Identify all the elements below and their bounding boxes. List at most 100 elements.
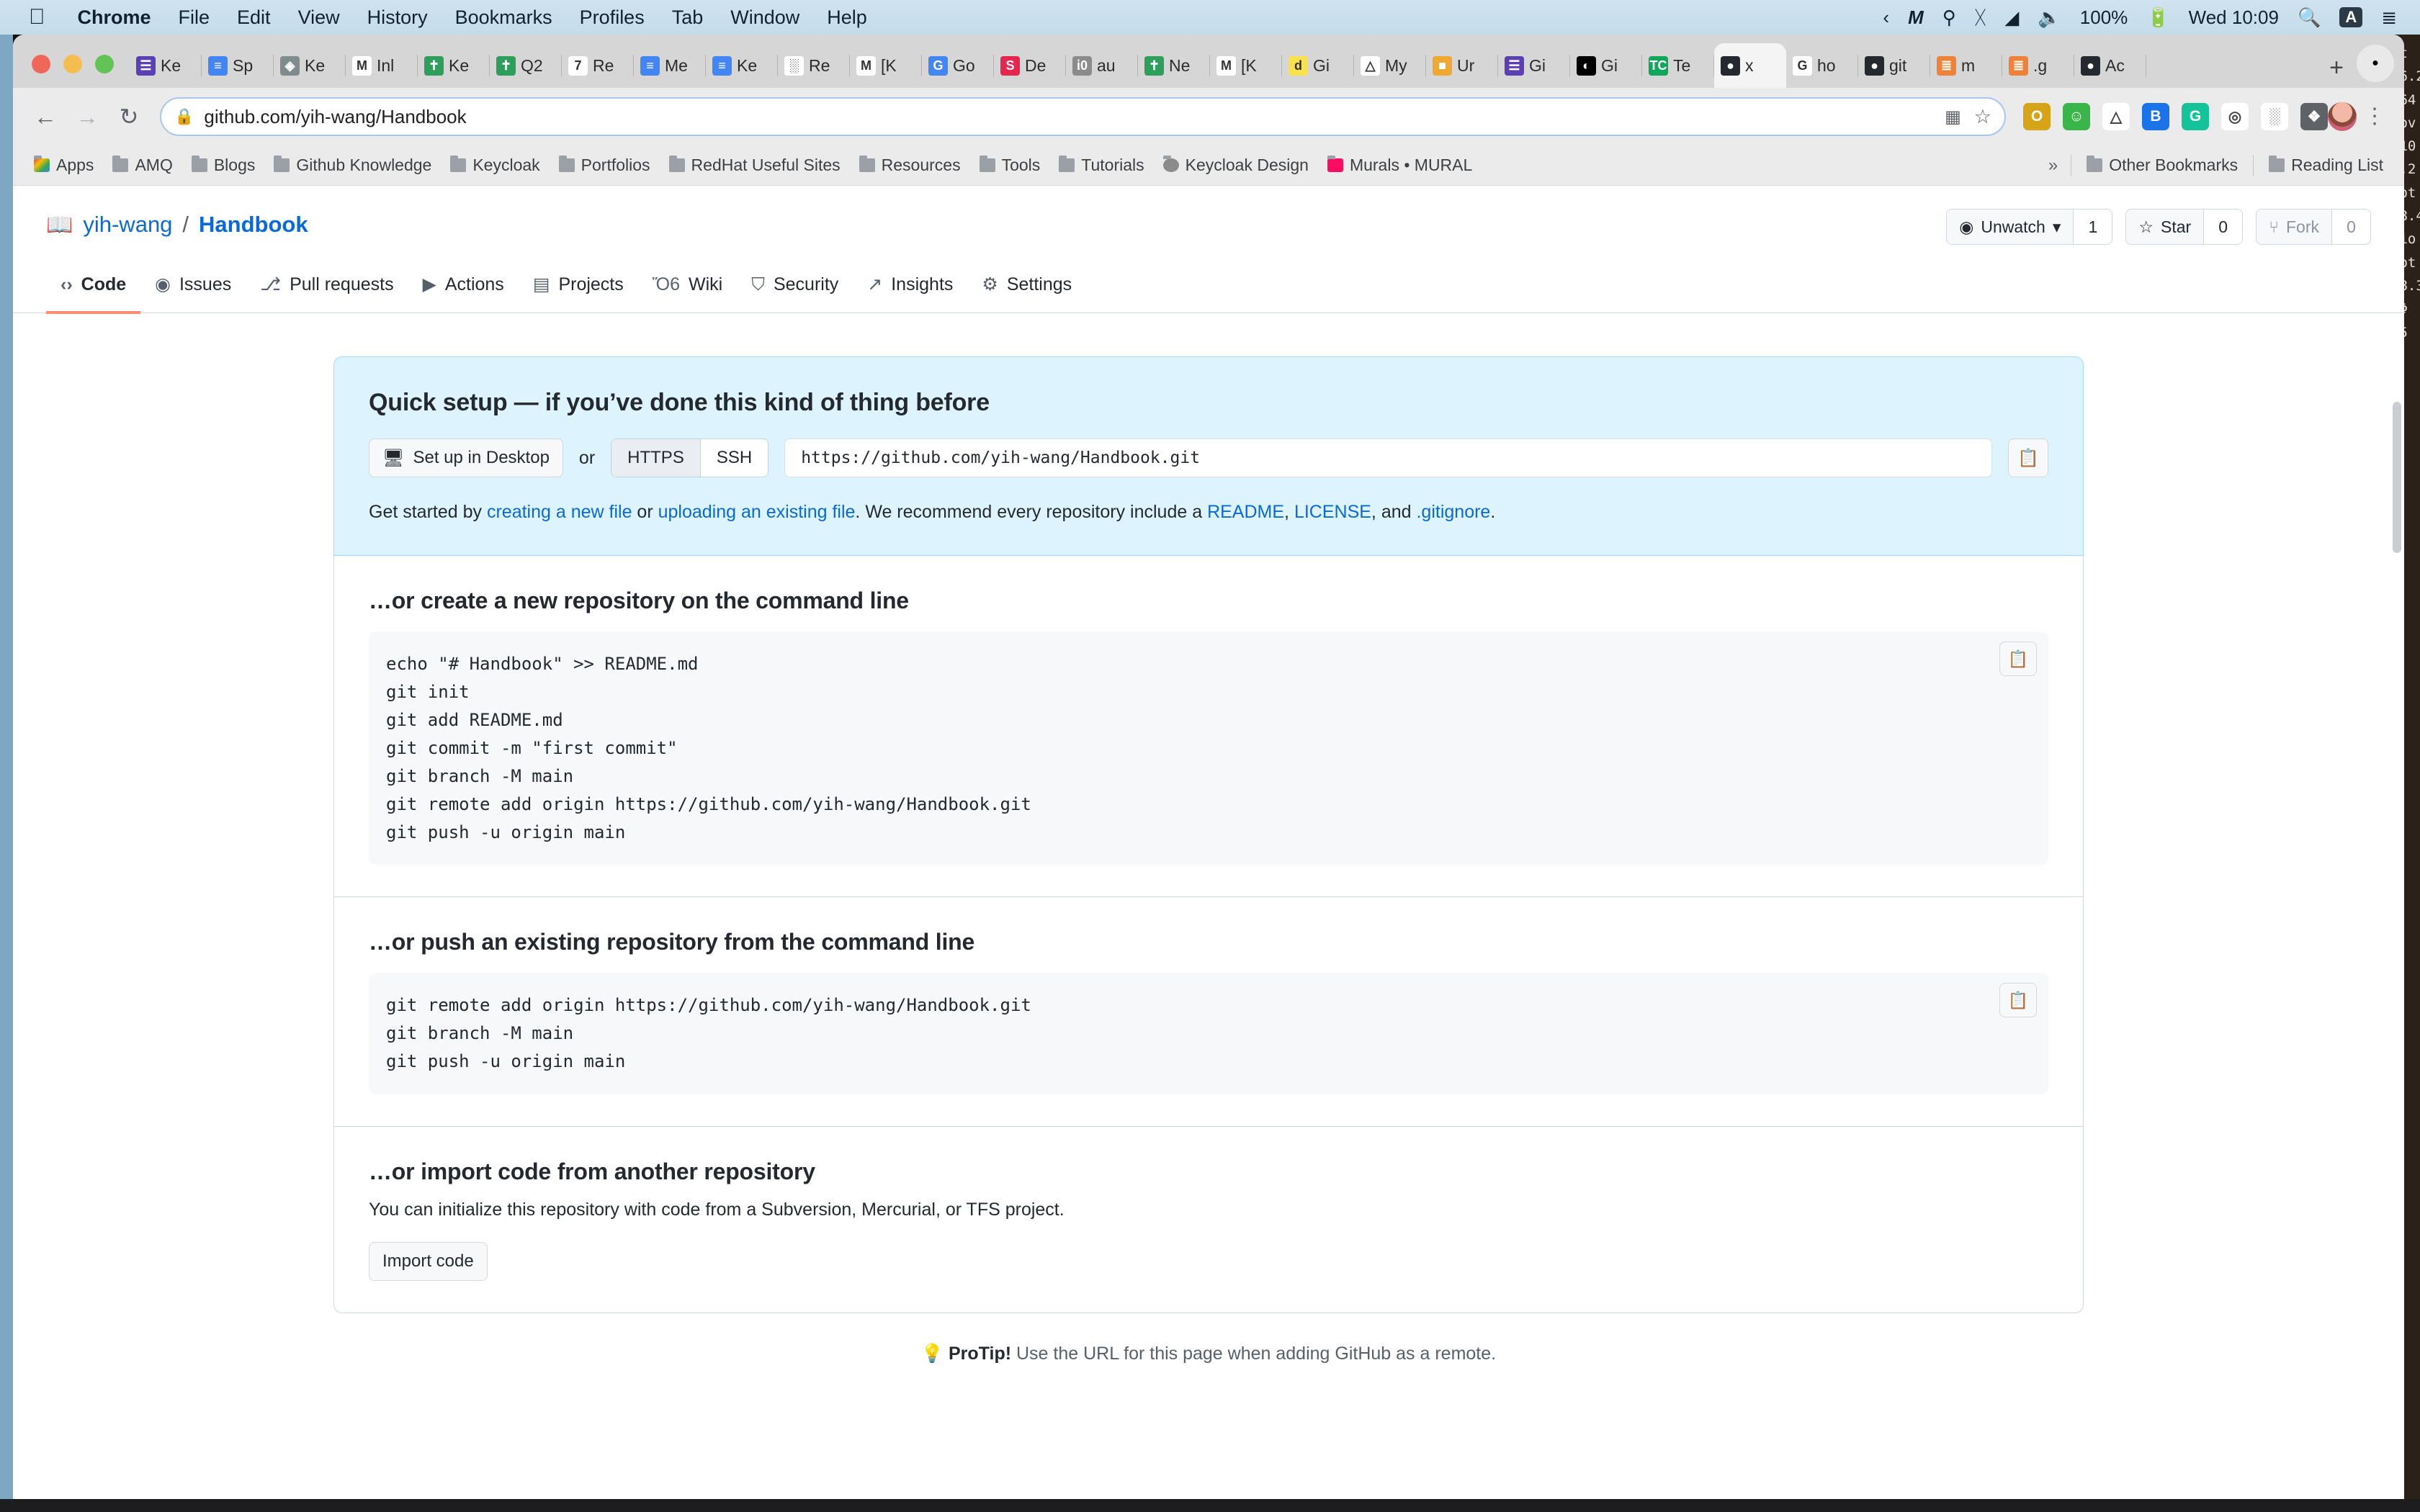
menu-history[interactable]: History xyxy=(354,6,442,29)
browser-tab-3[interactable]: M Inl xyxy=(346,43,418,88)
menu-help[interactable]: Help xyxy=(813,6,881,29)
browser-tab-4[interactable]: ✝ Ke xyxy=(418,43,490,88)
repo-tab-wiki[interactable]: Ὅ6 Wiki xyxy=(638,264,737,314)
gitignore-link[interactable]: .gitignore xyxy=(1416,502,1490,522)
close-window-button[interactable] xyxy=(32,55,50,73)
copy-create-repo-code-button[interactable]: 📋 xyxy=(1999,642,2037,677)
browser-tab-17[interactable]: △ My xyxy=(1354,43,1426,88)
browser-tab-10[interactable]: M [K xyxy=(850,43,922,88)
browser-tab-13[interactable]: ἱ0 au xyxy=(1066,43,1138,88)
page-scrollbar[interactable] xyxy=(2393,402,2401,553)
bookmark-tools[interactable]: Tools xyxy=(970,152,1050,179)
menu-view[interactable]: View xyxy=(284,6,354,29)
bluetooth-icon[interactable]: ᚷ xyxy=(1975,6,1986,29)
control-center-icon[interactable]: ≣ xyxy=(2381,6,2397,29)
reload-icon[interactable]: ↻ xyxy=(108,96,150,138)
creating-a-new-file-link[interactable]: creating a new file xyxy=(487,502,632,522)
reading-list-button[interactable]: Reading List xyxy=(2259,152,2393,179)
repo-tab-projects[interactable]: ▤ Projects xyxy=(519,264,638,314)
browser-tab-22[interactable]: ● x xyxy=(1714,43,1786,88)
back-arrow-icon[interactable]: ← xyxy=(24,96,66,138)
menu-profiles[interactable]: Profiles xyxy=(566,6,658,29)
forward-arrow-icon[interactable]: → xyxy=(66,96,108,138)
push-existing-code[interactable]: git remote add origin https://github.com… xyxy=(369,973,2048,1094)
address-bar[interactable]: 🔒 github.com/yih-wang/Handbook ▦ ☆ xyxy=(160,97,2006,136)
repo-tab-code[interactable]: ‹› Code xyxy=(46,264,141,314)
kebab-menu-icon[interactable]: ⋮ xyxy=(2357,106,2393,127)
browser-tab-16[interactable]: d Gi xyxy=(1282,43,1354,88)
browser-tab-1[interactable]: ≡ Sp xyxy=(202,43,274,88)
uploading-an-existing-file-link[interactable]: uploading an existing file xyxy=(658,502,856,522)
menu-file[interactable]: File xyxy=(165,6,224,29)
url-text[interactable]: github.com/yih-wang/Handbook xyxy=(204,106,1935,128)
browser-tab-7[interactable]: ≡ Me xyxy=(634,43,706,88)
repo-tab-issues[interactable]: ◉ Issues xyxy=(140,264,246,314)
protocol-ssh-button[interactable]: SSH xyxy=(700,439,768,477)
bookmark-resources[interactable]: Resources xyxy=(850,152,970,179)
wifi-icon[interactable]: ◢ xyxy=(2004,6,2019,29)
bookmark-github-knowledge[interactable]: Github Knowledge xyxy=(264,152,441,179)
import-code-button[interactable]: Import code xyxy=(369,1242,488,1281)
lock-privacy-icon[interactable]: ⚲ xyxy=(1942,6,1956,29)
browser-tab-15[interactable]: M [K xyxy=(1210,43,1282,88)
readme-link[interactable]: README xyxy=(1207,502,1284,522)
bookmark-amq[interactable]: AMQ xyxy=(103,152,182,179)
browser-tab-0[interactable]: ☰ Ke xyxy=(130,43,202,88)
minimize-window-button[interactable] xyxy=(63,55,82,73)
browser-tab-26[interactable]: ≣ .g xyxy=(2002,43,2074,88)
set-up-in-desktop-button[interactable]: 🖥 Set up in Desktop xyxy=(369,438,563,477)
qr-extension[interactable]: ░ xyxy=(2261,103,2288,130)
repo-name-link[interactable]: Handbook xyxy=(199,212,308,238)
menubar-chevron-icon[interactable]: ‹ xyxy=(1883,6,1889,29)
fork-button[interactable]: ⑂ Fork xyxy=(2257,210,2331,244)
bookmark-murals-mural[interactable]: Murals • MURAL xyxy=(1318,152,1482,179)
fork-count[interactable]: 0 xyxy=(2331,210,2370,244)
input-source-icon[interactable]: A xyxy=(2339,7,2363,27)
repo-tab-settings[interactable]: ⚙ Settings xyxy=(967,264,1086,314)
bookmark-blogs[interactable]: Blogs xyxy=(182,152,265,179)
browser-tab-21[interactable]: TC Te xyxy=(1642,43,1714,88)
new-tab-button[interactable]: + xyxy=(2316,48,2357,88)
browser-tab-20[interactable]: ◐ Gi xyxy=(1570,43,1642,88)
menu-bookmarks[interactable]: Bookmarks xyxy=(442,6,566,29)
browser-tab-9[interactable]: ░ Re xyxy=(778,43,850,88)
other-bookmarks-folder[interactable]: Other Bookmarks xyxy=(2077,152,2247,179)
browser-tab-2[interactable]: ◈ Ke xyxy=(274,43,346,88)
bookmark-tutorials[interactable]: Tutorials xyxy=(1049,152,1153,179)
watch-count[interactable]: 1 xyxy=(2073,210,2112,244)
battery-icon[interactable]: 🔋 xyxy=(2146,6,2169,29)
star-button[interactable]: ☆ Star xyxy=(2126,210,2204,244)
bookmark-redhat-useful-sites[interactable]: RedHat Useful Sites xyxy=(660,152,850,179)
grammarly-extension[interactable]: G xyxy=(2182,103,2209,130)
protocol-https-button[interactable]: HTTPS xyxy=(611,439,701,477)
menu-tab[interactable]: Tab xyxy=(658,6,717,29)
puzzle-extensions[interactable]: ❖ xyxy=(2300,103,2328,130)
license-link[interactable]: LICENSE xyxy=(1294,502,1371,522)
volume-icon[interactable]: 🔈 xyxy=(2038,6,2061,29)
bookmark-apps[interactable]: Apps xyxy=(24,152,103,179)
menu-chrome[interactable]: Chrome xyxy=(64,6,165,29)
screenshot-camera-extension[interactable]: ◎ xyxy=(2221,103,2249,130)
repo-tab-insights[interactable]: ↗ Insights xyxy=(853,264,967,314)
spotlight-search-icon[interactable]: 🔍 xyxy=(2298,6,2321,29)
bookmark-keycloak[interactable]: Keycloak xyxy=(441,152,549,179)
browser-tab-5[interactable]: ✝ Q2 xyxy=(490,43,562,88)
repo-tab-actions[interactable]: ▶ Actions xyxy=(408,264,519,314)
browser-tab-8[interactable]: ≡ Ke xyxy=(706,43,778,88)
repo-owner-link[interactable]: yih-wang xyxy=(83,212,172,238)
browser-tab-12[interactable]: S De xyxy=(994,43,1066,88)
bookmarks-overflow-button[interactable]: » xyxy=(2041,156,2065,176)
google-drive-extension[interactable]: △ xyxy=(2102,103,2130,130)
maximize-window-button[interactable] xyxy=(95,55,114,73)
bookmark-keycloak-design[interactable]: Keycloak Design xyxy=(1154,152,1318,179)
menu-window[interactable]: Window xyxy=(717,6,813,29)
copy-clone-url-button[interactable]: 📋 xyxy=(2008,438,2048,477)
browser-tab-6[interactable]: 7 Re xyxy=(562,43,634,88)
copy-push-existing-code-button[interactable]: 📋 xyxy=(1999,983,2037,1018)
create-repo-code[interactable]: echo "# Handbook" >> README.md git init … xyxy=(369,631,2048,865)
profile-avatar[interactable] xyxy=(2328,102,2357,131)
repo-tab-pull-requests[interactable]: ⎇ Pull requests xyxy=(246,264,408,314)
honey-extension[interactable]: O xyxy=(2023,103,2051,130)
star-icon[interactable]: ☆ xyxy=(1974,106,1991,128)
watch-button[interactable]: ◉ Unwatch ▾ xyxy=(1947,210,2074,244)
